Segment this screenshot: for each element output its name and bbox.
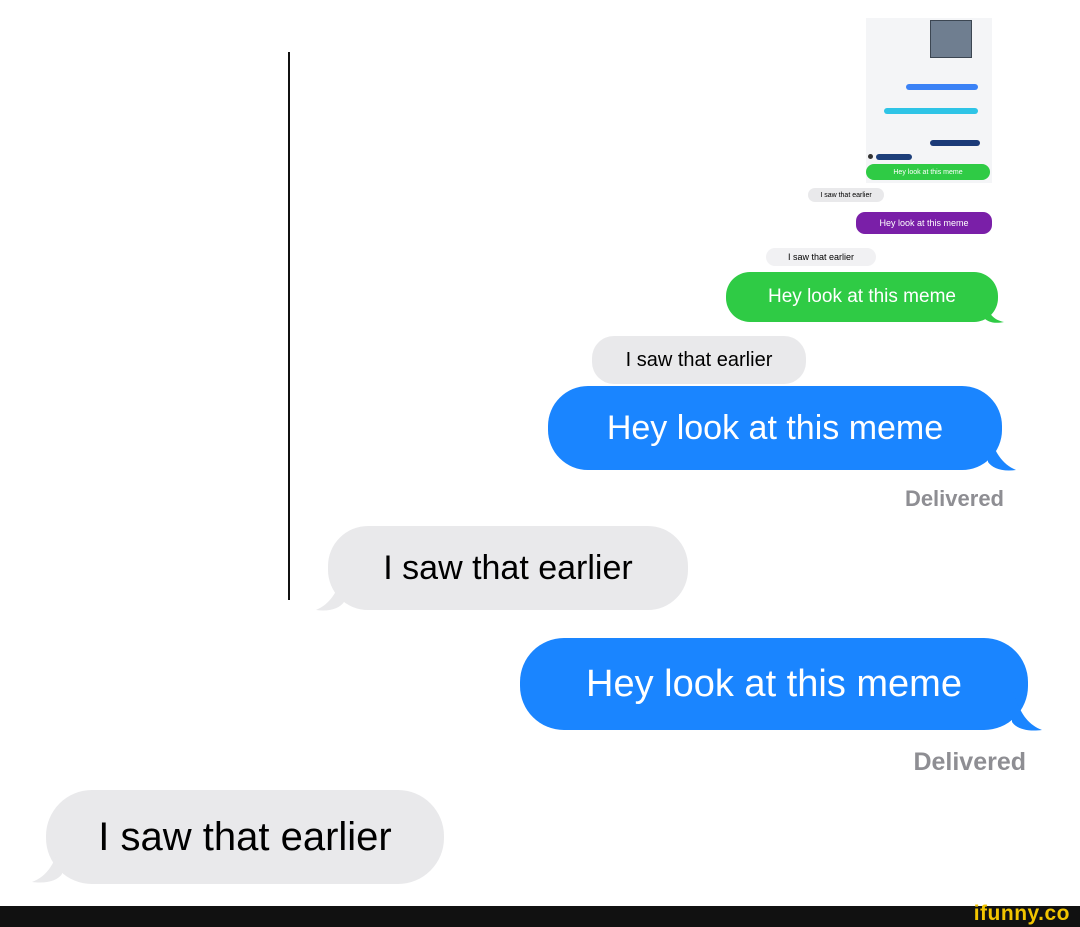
message-bubble-sent: Hey look at this meme [726,272,998,322]
message-bubble-received: I saw that earlier [766,248,876,266]
message-bubble-received: I saw that earlier [592,336,806,384]
delivered-status: Delivered [913,748,1026,776]
message-bubble-sent: Hey look at this meme [548,386,1002,470]
tiny-sent-bubble [930,140,980,146]
message-bubble-sent: Hey look at this meme [866,164,990,180]
tiny-avatar-icon [868,154,873,159]
watermark-logo: ifunny.co [973,902,1070,925]
bubble-tail [316,570,344,611]
message-bubble-sent: Hey look at this meme [520,638,1028,730]
bubble-tail [32,838,62,883]
bubble-tail [988,430,1016,471]
message-bubble-received: I saw that earlier [808,188,884,202]
delivered-status: Delivered [904,486,1004,511]
tiny-sent-bubble [906,84,978,90]
vertical-divider [288,52,290,600]
message-bubble-sent: Hey look at this meme [856,212,992,234]
nested-image-thumbnail [930,20,972,58]
watermark-bar: ifunny.co [0,902,1080,927]
tiny-sent-bubble [884,108,978,114]
message-bubble-received: I saw that earlier [328,526,688,610]
bubble-tail [984,300,1004,323]
bubble-tail [1012,686,1042,731]
tiny-sent-bubble [876,154,912,160]
message-bubble-received: I saw that earlier [46,790,444,884]
